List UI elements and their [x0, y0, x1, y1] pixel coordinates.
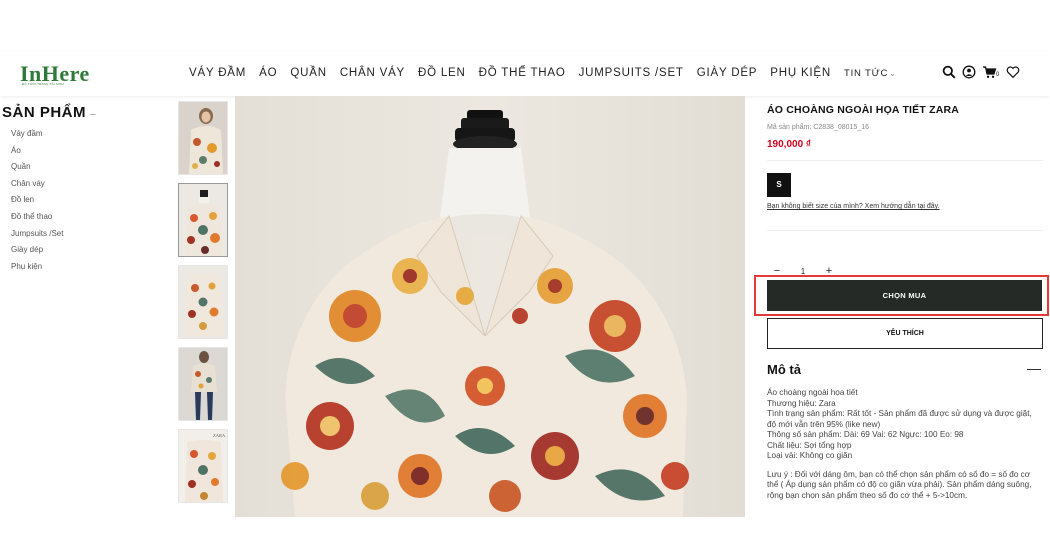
sidebar-item-giay-dep[interactable]: Giày dép [11, 242, 170, 259]
sidebar-item-chan-vay[interactable]: Chân váy [11, 176, 170, 193]
divider [767, 160, 1043, 161]
thumbnail-4[interactable] [178, 347, 228, 421]
nav-item-giay-dep[interactable]: GIÀY DÉP [697, 67, 758, 79]
description-line: Loại vải: Không co giãn [767, 451, 853, 460]
nav-item-tin-tuc[interactable]: TIN TỨC⌄ [844, 68, 897, 79]
description-body: Áo choàng ngoài họa tiết Thương hiệu: Za… [767, 388, 1043, 501]
favorite-button[interactable]: YÊU THÍCH [767, 318, 1043, 349]
nav-item-quan[interactable]: QUẦN [290, 67, 326, 79]
sidebar-title[interactable]: SẢN PHẨM – [2, 104, 170, 121]
description-title: Mô tả [767, 362, 801, 377]
sidebar-item-jumpsuits[interactable]: Jumpsuits /Set [11, 226, 170, 243]
nav-item-do-len[interactable]: ĐỒ LEN [418, 67, 466, 79]
site-header: InHere ĐỒ THỜI TRANG TÁI SINH VÁY ĐẦM ÁO… [0, 52, 1050, 96]
user-icon[interactable] [962, 65, 976, 79]
nav-item-vay-dam[interactable]: VÁY ĐẦM [189, 67, 246, 79]
main-nav: VÁY ĐẦM ÁO QUẦN CHÂN VÁY ĐỒ LEN ĐỒ THỂ T… [189, 67, 910, 79]
description-note: Lưu ý : Đối với dáng ôm, bạn có thể chọn… [767, 469, 1032, 500]
main-product-image[interactable] [235, 96, 745, 517]
product-title: ÁO CHOÀNG NGOÀI HỌA TIẾT ZARA [767, 104, 960, 116]
thumbnail-1[interactable] [178, 101, 228, 175]
nav-item-do-the-thao[interactable]: ĐỒ THỂ THAO [479, 67, 566, 79]
sidebar-item-ao[interactable]: Áo [11, 143, 170, 160]
buy-button[interactable]: CHỌN MUA [767, 280, 1042, 311]
search-icon[interactable] [942, 65, 956, 79]
buy-button-highlight: CHỌN MUA [754, 275, 1049, 316]
product-code: Mã sản phẩm: C2838_08015_16 [767, 124, 1043, 131]
product-info-panel: ÁO CHOÀNG NGOÀI HỌA TIẾT ZARA Mã sản phẩ… [754, 100, 1049, 500]
cart-icon[interactable]: 0 [982, 65, 1000, 79]
description-header[interactable]: Mô tả — [767, 360, 1043, 381]
nav-item-jumpsuits[interactable]: JUMPSUITS /SET [579, 67, 684, 79]
description-line: Áo choàng ngoài họa tiết [767, 388, 858, 397]
product-price: 190,000 ₫ [767, 139, 812, 150]
thumbnail-5[interactable]: ZARA [178, 429, 228, 503]
product-code-label: Mã sản phẩm: [767, 124, 812, 131]
sidebar-list: Váy đầm Áo Quần Chân váy Đồ len Đồ thể t… [11, 126, 170, 275]
divider [767, 230, 1043, 231]
logo-tagline: ĐỒ THỜI TRANG TÁI SINH [22, 82, 64, 86]
collapse-icon[interactable]: – [90, 109, 96, 120]
description-line: Thông số sản phẩm: Dài: 69 Vai: 62 Ngực:… [767, 430, 964, 439]
sidebar-item-quan[interactable]: Quần [11, 159, 170, 176]
thumbnail-3[interactable] [178, 265, 228, 339]
nav-item-tin-tuc-label: TIN TỨC [844, 68, 889, 79]
heart-icon[interactable] [1006, 65, 1020, 79]
description-line: Thương hiệu: Zara [767, 398, 836, 408]
product-code-value: C2838_08015_16 [813, 124, 869, 131]
sidebar-item-do-the-thao[interactable]: Đồ thể thao [11, 209, 170, 226]
size-guide-link[interactable]: Bạn không biết size của mình? Xem hướng … [767, 203, 1043, 210]
sidebar-title-label: SẢN PHẨM [2, 104, 87, 121]
description-line: Tình trạng sản phẩm: Rất tốt - Sản phẩm … [767, 409, 1032, 429]
nav-item-ao[interactable]: ÁO [259, 67, 277, 79]
collapse-minus-icon[interactable]: — [1027, 360, 1041, 376]
nav-item-phu-kien[interactable]: PHỤ KIỆN [770, 67, 831, 79]
sidebar-item-do-len[interactable]: Đồ len [11, 192, 170, 209]
description-line: Chất liệu: Sợi tổng hợp [767, 440, 852, 450]
nav-item-chan-vay[interactable]: CHÂN VÁY [340, 67, 405, 79]
size-option-s[interactable]: S [767, 173, 791, 197]
thumbnail-strip: ZARA [178, 101, 228, 511]
sidebar-item-phu-kien[interactable]: Phụ kiện [11, 259, 170, 276]
cart-count: 0 [996, 72, 1000, 78]
header-icons: 0 [942, 65, 1020, 79]
chevron-down-icon: ⌄ [889, 69, 897, 78]
thumbnail-brand-text: ZARA [213, 433, 226, 438]
sidebar-item-vay-dam[interactable]: Váy đầm [11, 126, 170, 143]
thumbnail-2[interactable] [178, 183, 228, 257]
category-sidebar: SẢN PHẨM – Váy đầm Áo Quần Chân váy Đồ le… [0, 104, 170, 275]
